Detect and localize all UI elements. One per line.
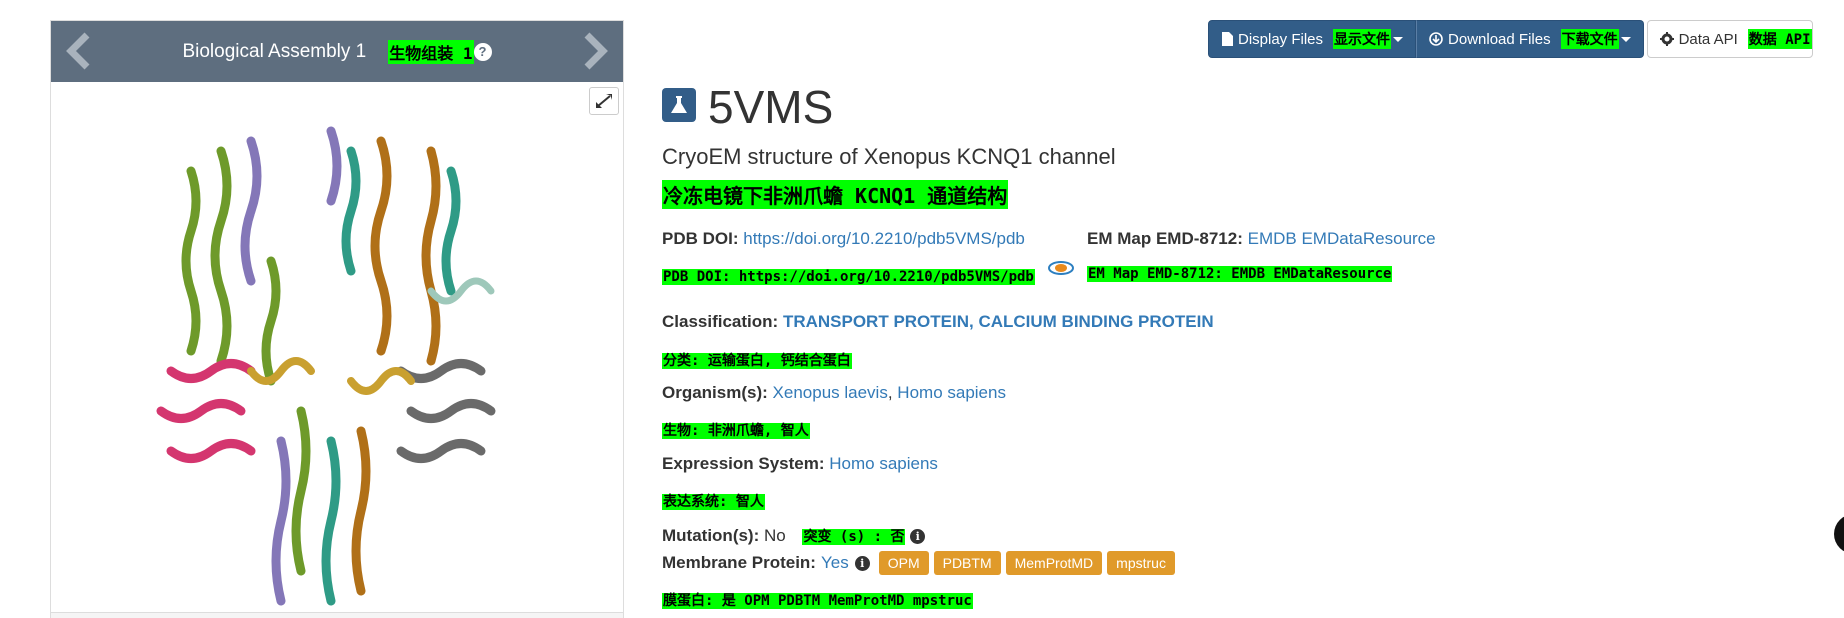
expression-system-link[interactable]: Homo sapiens: [829, 454, 938, 473]
expression-system-row: Expression System: Homo sapiens: [662, 454, 938, 474]
mutation-label: Mutation(s):: [662, 526, 760, 545]
tag-opm[interactable]: OPM: [878, 551, 929, 575]
expression-system-label: Expression System:: [662, 454, 825, 473]
membrane-protein-translation-row: 膜蛋白: 是 OPM PDBTM MemProtMD mpstruc: [662, 590, 973, 610]
doi-row: PDB DOI: https://doi.org/10.2210/pdb5VMS…: [662, 229, 1025, 249]
download-files-label: Download Files: [1448, 30, 1551, 48]
classification-translation: 分类: 运输蛋白, 钙结合蛋白: [662, 353, 852, 369]
membrane-protein-row: Membrane Protein: Yes i OPM PDBTM MemPro…: [662, 551, 1175, 575]
download-files-translation: 下载文件: [1560, 29, 1619, 49]
membrane-protein-label: Membrane Protein:: [662, 553, 816, 572]
floating-widget-button[interactable]: [1834, 514, 1844, 554]
classification-label: Classification:: [662, 312, 779, 331]
organism-row: Organism(s): Xenopus laevis, Homo sapien…: [662, 383, 1006, 403]
download-files-button[interactable]: Download Files 下载文件: [1416, 20, 1644, 58]
classification-row: Classification: TRANSPORT PROTEIN, CALCI…: [662, 312, 1214, 332]
expression-system-translation: 表达系统: 智人: [662, 494, 765, 510]
info-icon[interactable]: i: [854, 555, 870, 571]
entry-title: CryoEM structure of Xenopus KCNQ1 channe…: [662, 144, 1116, 169]
file-icon: [1221, 32, 1233, 46]
doi-translation: PDB DOI: https://doi.org/10.2210/pdb5VMS…: [662, 269, 1035, 285]
emdb-logo: [1048, 261, 1074, 275]
entry-title-translation: 冷冻电镜下非洲爪蟾 KCNQ1 通道结构: [662, 180, 1009, 209]
flask-icon: [662, 88, 696, 122]
data-api-button[interactable]: Data API 数据 API: [1646, 20, 1813, 58]
emdataresource-link[interactable]: EMDataResource: [1301, 229, 1435, 248]
expand-button[interactable]: [589, 87, 619, 115]
organism-label: Organism(s):: [662, 383, 768, 402]
emdb-link[interactable]: EMDB: [1248, 229, 1297, 248]
mutation-value: No: [764, 526, 786, 545]
em-map-label: EM Map EMD-8712:: [1087, 229, 1243, 248]
expand-icon: [596, 94, 612, 108]
viewer-footer: [51, 612, 623, 618]
em-map-row: EM Map EMD-8712: EMDB EMDataResource: [1087, 229, 1436, 249]
display-files-button[interactable]: Display Files 显示文件: [1208, 20, 1417, 58]
chevron-down-icon: [1620, 36, 1631, 42]
protein-structure-image[interactable]: [131, 111, 551, 611]
tag-pdbtm[interactable]: PDBTM: [933, 551, 1001, 575]
mutation-translation: 突变 (s) : 否: [802, 529, 906, 545]
organism-link-xenopus[interactable]: Xenopus laevis: [773, 383, 888, 402]
viewer-header: Biological Assembly 1 生物组装 1 ?: [51, 21, 623, 82]
display-files-label: Display Files: [1238, 30, 1324, 48]
info-icon[interactable]: i: [910, 529, 926, 545]
organism-translation-row: 生物: 非洲爪蟾, 智人: [662, 420, 810, 440]
classification-translation-row: 分类: 运输蛋白, 钙结合蛋白: [662, 350, 852, 370]
tag-mpstruc[interactable]: mpstruc: [1107, 551, 1175, 575]
data-api-translation: 数据 API: [1747, 29, 1812, 49]
chevron-down-icon: [1393, 36, 1404, 42]
help-icon[interactable]: ?: [473, 42, 492, 61]
toolbar: Display Files 显示文件 Download Files 下载文件 D…: [1208, 20, 1813, 58]
membrane-protein-translation: 膜蛋白: 是 OPM PDBTM MemProtMD mpstruc: [662, 593, 973, 609]
chevron-left-icon[interactable]: [61, 29, 97, 73]
expression-system-translation-row: 表达系统: 智人: [662, 491, 765, 511]
doi-label: PDB DOI:: [662, 229, 739, 248]
mutation-row: Mutation(s): No 突变 (s) : 否 i: [662, 526, 926, 546]
membrane-protein-value-link[interactable]: Yes: [821, 553, 849, 573]
doi-translation-row: PDB DOI: https://doi.org/10.2210/pdb5VMS…: [662, 266, 1035, 286]
gear-icon: [1659, 32, 1674, 46]
assembly-title: Biological Assembly 1: [182, 40, 367, 62]
chevron-right-icon[interactable]: [577, 29, 613, 73]
assembly-title-translation: 生物组装 1: [388, 39, 474, 64]
em-map-translation: EM Map EMD-8712: EMDB EMDataResource: [1087, 266, 1393, 282]
organism-translation: 生物: 非洲爪蟾, 智人: [662, 423, 810, 439]
classification-link[interactable]: TRANSPORT PROTEIN, CALCIUM BINDING PROTE…: [783, 312, 1214, 331]
organism-link-homo-sapiens[interactable]: Homo sapiens: [897, 383, 1006, 402]
entry-id: 5VMS: [708, 81, 834, 133]
data-api-label: Data API: [1678, 30, 1738, 48]
download-icon: [1429, 32, 1443, 46]
organism-separator: ,: [887, 383, 898, 402]
doi-link[interactable]: https://doi.org/10.2210/pdb5VMS/pdb: [743, 229, 1025, 248]
structure-viewer-panel: Biological Assembly 1 生物组装 1 ?: [50, 20, 624, 618]
tag-memprotmd[interactable]: MemProtMD: [1005, 551, 1103, 575]
display-files-translation: 显示文件: [1333, 29, 1392, 49]
